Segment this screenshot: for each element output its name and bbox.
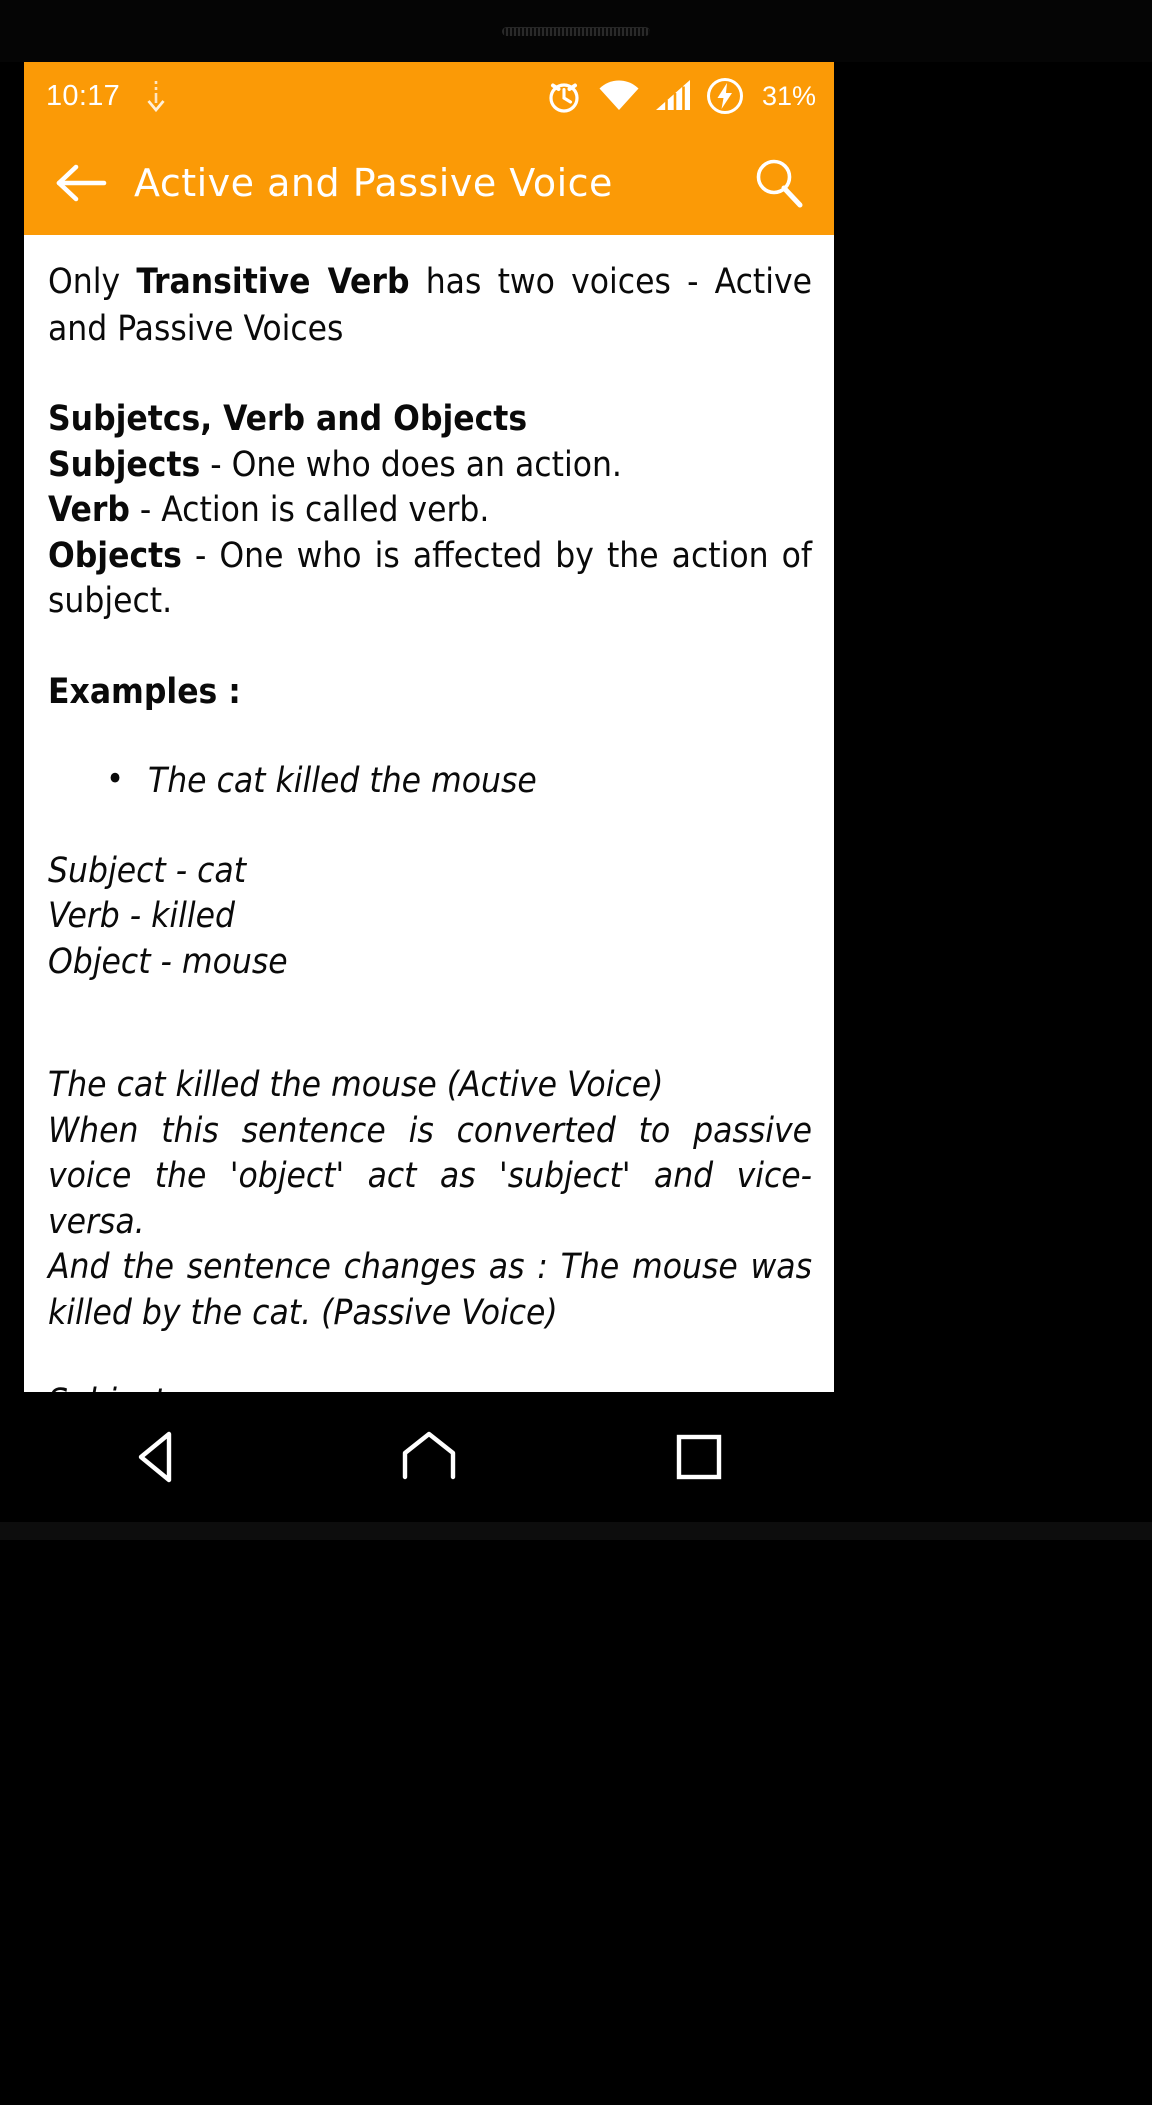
definition-subjects: Subjects - One who does an action. (48, 443, 812, 489)
phone-screen: 10:17 31% Active and Passive Voice Only … (24, 62, 834, 1392)
lesson-scroll-area[interactable]: Only Transitive Verb has two voices - Ac… (24, 235, 834, 1392)
battery-charging-icon (706, 77, 744, 115)
definition-term: Objects (48, 535, 182, 576)
breakdown-object: Object - mouse (48, 941, 288, 982)
definition-term: Verb (48, 490, 130, 531)
status-bar: 10:17 31% (24, 62, 834, 130)
device-left-bezel (0, 62, 24, 1522)
intro-paragraph: Only Transitive Verb has two voices - Ac… (48, 259, 812, 352)
app-bar: Active and Passive Voice (24, 130, 834, 235)
definition-text: - Action is called verb. (129, 490, 490, 531)
device-bottom-edge-highlight (0, 1522, 1152, 1540)
breakdown2-subject: Subject - mouse (48, 1380, 812, 1392)
earpiece-speaker-grille (502, 27, 650, 36)
nav-back-button[interactable] (111, 1409, 207, 1505)
back-button[interactable] (54, 161, 130, 205)
device-top-bezel (0, 0, 1152, 62)
nav-back-triangle-icon (133, 1429, 185, 1485)
nav-recents-square-icon (673, 1431, 725, 1483)
breakdown-verb: Verb - killed (48, 896, 236, 937)
device-bottom-bezel (0, 1522, 1152, 2105)
list-item: The cat killed the mouse (106, 757, 812, 805)
status-bar-icons: 31% (544, 76, 816, 116)
nav-recents-button[interactable] (651, 1409, 747, 1505)
definition-text: - One who does an action. (200, 444, 622, 485)
nav-home-icon (399, 1429, 459, 1485)
device-right-bezel (834, 62, 1152, 1522)
definition-verb: Verb - Action is called verb. (48, 488, 812, 534)
explanation-active-voice: The cat killed the mouse (Active Voice) (48, 1065, 664, 1106)
intro-pre: Only (48, 262, 137, 302)
battery-percent-label: 31% (761, 80, 816, 111)
intro-bold-term: Transitive Verb (136, 262, 410, 302)
lesson-body: Only Transitive Verb has two voices - Ac… (48, 259, 812, 1392)
wifi-icon (598, 79, 640, 113)
explanation-conversion: When this sentence is converted to passi… (48, 1110, 812, 1242)
search-icon (748, 153, 808, 213)
definition-term: Subjects (48, 444, 201, 485)
breakdown-subject: Subject - cat (48, 850, 247, 891)
page-title: Active and Passive Voice (134, 160, 613, 205)
explanation-passive-voice: And the sentence changes as : The mouse … (48, 1247, 812, 1333)
cellular-signal-icon (654, 79, 692, 113)
example-bullet-list: The cat killed the mouse (48, 757, 812, 805)
download-arrow-icon (144, 79, 168, 113)
arrow-left-icon (54, 161, 110, 205)
definition-objects: Objects - One who is affected by the act… (48, 534, 812, 625)
nav-home-button[interactable] (381, 1409, 477, 1505)
section-heading: Subjetcs, Verb and Objects (48, 399, 528, 440)
android-navigation-bar (24, 1392, 834, 1522)
search-button[interactable] (738, 153, 808, 213)
status-bar-clock: 10:17 (46, 79, 121, 112)
phone-device-frame: 10:17 31% Active and Passive Voice Only … (0, 0, 1152, 2105)
examples-heading: Examples : (48, 671, 241, 712)
alarm-clock-icon (544, 76, 584, 116)
